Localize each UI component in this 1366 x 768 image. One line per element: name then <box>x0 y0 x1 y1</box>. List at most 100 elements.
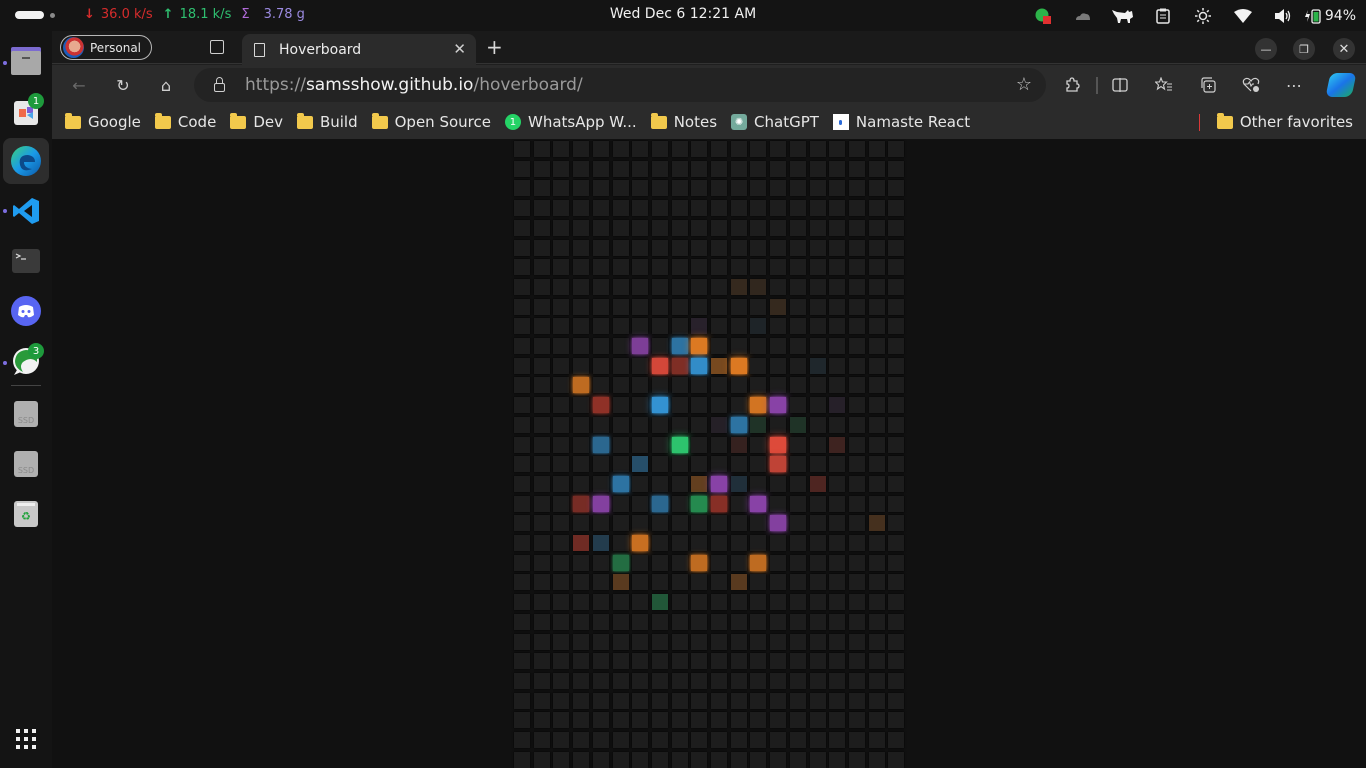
grid-cell-lit[interactable] <box>593 397 609 413</box>
grid-cell-lit[interactable] <box>672 437 688 453</box>
grid-cell[interactable] <box>790 693 806 709</box>
grid-cell[interactable] <box>888 358 904 374</box>
grid-cell[interactable] <box>534 673 550 689</box>
grid-cell[interactable] <box>869 456 885 472</box>
grid-cell-lit[interactable] <box>810 476 826 492</box>
grid-cell[interactable] <box>632 614 648 630</box>
wifi-icon[interactable] <box>1231 5 1255 27</box>
dock-whatsapp[interactable]: 3 <box>10 343 44 377</box>
grid-cell[interactable] <box>790 240 806 256</box>
grid-cell[interactable] <box>553 476 569 492</box>
grid-cell[interactable] <box>573 594 589 610</box>
grid-cell[interactable] <box>573 161 589 177</box>
bookmark-namaste-react[interactable]: Namaste React <box>826 109 977 135</box>
grid-cell[interactable] <box>553 200 569 216</box>
dock-trash[interactable]: ♻ <box>10 498 42 530</box>
grid-cell[interactable] <box>514 358 530 374</box>
grid-cell[interactable] <box>750 535 766 551</box>
grid-cell[interactable] <box>514 476 530 492</box>
grid-cell[interactable] <box>888 653 904 669</box>
grid-cell[interactable] <box>514 614 530 630</box>
grid-cell-lit[interactable] <box>613 574 629 590</box>
grid-cell[interactable] <box>750 693 766 709</box>
grid-cell[interactable] <box>750 752 766 768</box>
whatsapp-notification-icon[interactable] <box>1031 5 1055 27</box>
grid-cell[interactable] <box>711 574 727 590</box>
grid-cell[interactable] <box>553 535 569 551</box>
grid-cell[interactable] <box>514 515 530 531</box>
grid-cell[interactable] <box>534 653 550 669</box>
grid-cell[interactable] <box>553 634 569 650</box>
grid-cell[interactable] <box>810 397 826 413</box>
grid-cell[interactable] <box>810 299 826 315</box>
grid-cell[interactable] <box>593 653 609 669</box>
grid-cell[interactable] <box>553 653 569 669</box>
grid-cell[interactable] <box>770 377 786 393</box>
grid-cell-lit[interactable] <box>711 496 727 512</box>
grid-cell[interactable] <box>672 712 688 728</box>
grid-cell[interactable] <box>534 693 550 709</box>
profile-button[interactable]: Personal <box>60 35 152 60</box>
grid-cell[interactable] <box>573 653 589 669</box>
grid-cell[interactable] <box>534 555 550 571</box>
grid-cell[interactable] <box>829 259 845 275</box>
grid-cell[interactable] <box>849 358 865 374</box>
grid-cell[interactable] <box>829 358 845 374</box>
grid-cell[interactable] <box>869 161 885 177</box>
grid-cell[interactable] <box>731 614 747 630</box>
grid-cell[interactable] <box>790 614 806 630</box>
grid-cell[interactable] <box>534 279 550 295</box>
grid-cell-lit[interactable] <box>593 496 609 512</box>
grid-cell[interactable] <box>593 752 609 768</box>
back-button[interactable]: ← <box>67 73 91 97</box>
grid-cell[interactable] <box>790 496 806 512</box>
grid-cell[interactable] <box>514 732 530 748</box>
grid-cell[interactable] <box>888 594 904 610</box>
grid-cell[interactable] <box>888 634 904 650</box>
grid-cell[interactable] <box>514 220 530 236</box>
grid-cell[interactable] <box>711 397 727 413</box>
grid-cell[interactable] <box>888 673 904 689</box>
grid-cell[interactable] <box>810 456 826 472</box>
grid-cell[interactable] <box>829 456 845 472</box>
grid-cell[interactable] <box>790 318 806 334</box>
grid-cell[interactable] <box>810 594 826 610</box>
network-monitor[interactable]: ↓ 36.0 k/s ↑ 18.1 k/s Σ 3.78 g <box>84 7 305 22</box>
grid-cell[interactable] <box>652 456 668 472</box>
grid-cell[interactable] <box>534 752 550 768</box>
grid-cell[interactable] <box>849 141 865 157</box>
grid-cell[interactable] <box>652 634 668 650</box>
dock-ssd-2[interactable]: SSD <box>10 448 42 480</box>
grid-cell[interactable] <box>514 299 530 315</box>
grid-cell[interactable] <box>810 180 826 196</box>
grid-cell[interactable] <box>553 496 569 512</box>
grid-cell[interactable] <box>711 299 727 315</box>
grid-cell[interactable] <box>810 732 826 748</box>
grid-cell[interactable] <box>888 377 904 393</box>
grid-cell[interactable] <box>711 456 727 472</box>
grid-cell[interactable] <box>711 515 727 531</box>
grid-cell[interactable] <box>869 397 885 413</box>
grid-cell-lit[interactable] <box>711 417 727 433</box>
grid-cell[interactable] <box>731 515 747 531</box>
grid-cell[interactable] <box>810 318 826 334</box>
grid-cell[interactable] <box>869 338 885 354</box>
grid-cell[interactable] <box>750 594 766 610</box>
grid-cell[interactable] <box>869 555 885 571</box>
grid-cell[interactable] <box>632 200 648 216</box>
grid-cell[interactable] <box>869 141 885 157</box>
grid-cell[interactable] <box>849 377 865 393</box>
grid-cell[interactable] <box>770 240 786 256</box>
grid-cell[interactable] <box>849 555 865 571</box>
grid-cell[interactable] <box>810 614 826 630</box>
grid-cell[interactable] <box>869 299 885 315</box>
battery-indicator[interactable]: 94% <box>1304 8 1356 24</box>
grid-cell[interactable] <box>810 279 826 295</box>
grid-cell[interactable] <box>849 515 865 531</box>
grid-cell-lit[interactable] <box>750 496 766 512</box>
grid-cell[interactable] <box>514 634 530 650</box>
grid-cell[interactable] <box>888 456 904 472</box>
grid-cell[interactable] <box>652 476 668 492</box>
grid-cell[interactable] <box>888 417 904 433</box>
grid-cell[interactable] <box>514 555 530 571</box>
